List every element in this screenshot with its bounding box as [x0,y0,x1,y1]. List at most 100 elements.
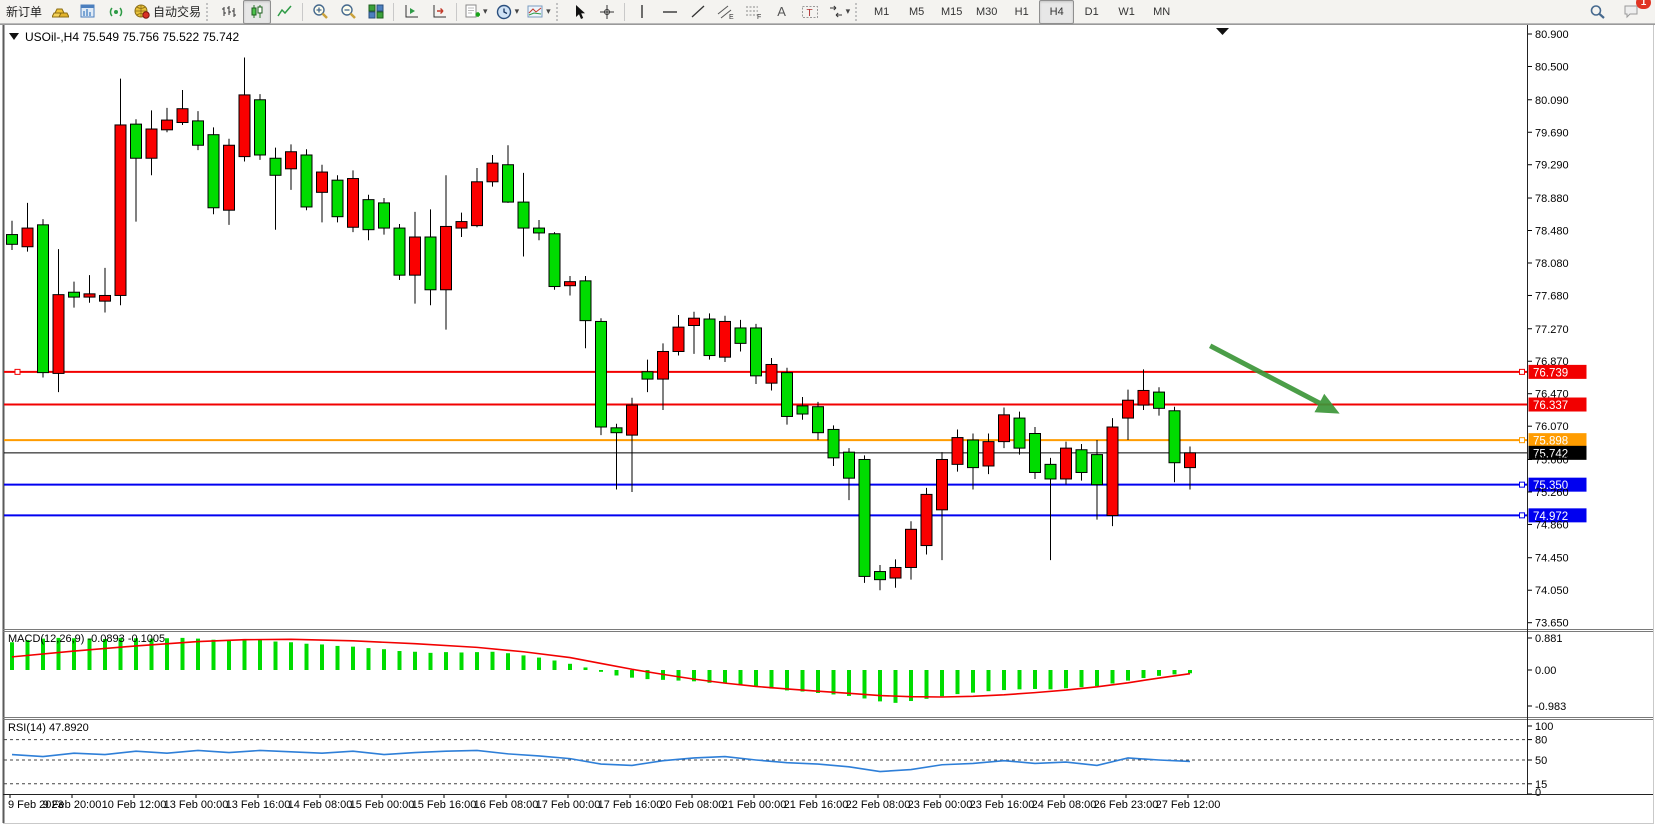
new-order-button[interactable]: 新订单 [2,0,46,24]
svg-text:F: F [757,14,761,20]
time-axis[interactable]: 9 Feb 20239 Feb 20:0010 Feb 12:0013 Feb … [8,794,1220,811]
timeframe-m5[interactable]: M5 [899,0,934,24]
shapes-button[interactable]: ▾ [824,0,855,24]
time-axis-label: 27 Feb 12:00 [1156,799,1221,811]
chart-shift-icon [403,4,420,20]
candle-body-up [146,129,157,158]
timeframe-m15[interactable]: M15 [934,0,969,24]
candle-body-down [751,328,762,376]
candle-body-up [286,152,297,169]
rsi-axis-label: 50 [1535,755,1547,767]
candle-body-up [658,351,669,379]
pane-separator-rsi[interactable] [3,718,1653,720]
candle-body-down [1154,392,1165,408]
indicators-button[interactable]: ▾ [523,0,555,24]
rsi-axis-label: 80 [1535,735,1547,747]
auto-scroll-button[interactable] [425,0,453,24]
notifications-button[interactable]: 1 [1617,0,1645,24]
trend-arrow-annotation[interactable] [1210,346,1332,410]
time-axis-label: 23 Feb 00:00 [908,799,973,811]
clock-icon [496,4,513,20]
candle-body-down [38,225,49,373]
tile-windows-button[interactable] [362,0,390,24]
search-button[interactable] [1583,0,1611,24]
cursor-button[interactable] [565,0,593,24]
price-tag-label: 76.739 [1533,367,1568,379]
hline-left-anchor[interactable] [15,369,20,374]
timeframe-w1[interactable]: W1 [1109,0,1144,24]
text-button[interactable]: A [768,0,796,24]
price-axis-label: 76.470 [1535,389,1569,401]
hline-anchor[interactable] [1520,513,1525,518]
time-axis-label: 21 Feb 00:00 [722,799,787,811]
candle-body-down [301,155,312,207]
periods-dropdown-arrow[interactable]: ▾ [515,6,520,17]
candle-body-up [84,294,95,297]
price-axis-label: 80.500 [1535,61,1569,73]
toolbar-grip[interactable] [556,3,562,21]
new-chart-dropdown-arrow[interactable]: ▾ [483,6,488,17]
candle-body-down [642,372,653,379]
price-axis-label: 80.090 [1535,95,1569,107]
gold-bars-icon[interactable] [46,0,74,24]
timeframe-h1[interactable]: H1 [1004,0,1039,24]
candle-body-down [379,203,390,228]
timeframe-mn[interactable]: MN [1144,0,1179,24]
autotrading-button[interactable]: 自动交易 [130,0,205,24]
pane-separator-macd[interactable] [3,630,1653,632]
candle-body-up [487,163,498,182]
chart-shift-marker[interactable] [1216,28,1229,35]
toolbar-grip[interactable] [206,3,212,21]
chart-canvas[interactable]: 76.73976.33775.89875.74275.35074.972 80.… [0,0,1655,826]
one-click-trading-arrow[interactable] [9,33,19,40]
bar-chart-button[interactable] [215,0,243,24]
timeframe-m30[interactable]: M30 [969,0,1004,24]
market-watch-icon[interactable] [74,0,102,24]
chart-shift-button[interactable] [397,0,425,24]
autotrading-label: 自动交易 [153,3,201,20]
fibonacci-button[interactable]: F [740,0,768,24]
hlines-layer[interactable]: 76.73976.33775.89875.74275.35074.972 [4,365,1587,523]
shapes-dropdown-arrow[interactable]: ▾ [846,6,851,17]
text-label-button[interactable]: T [796,0,824,24]
hline-anchor[interactable] [1520,482,1525,487]
candle-body-down [69,292,80,297]
timeframe-d1[interactable]: D1 [1074,0,1109,24]
channel-button[interactable]: E [712,0,740,24]
timeframe-h4[interactable]: H4 [1039,0,1074,24]
zoom-out-button[interactable] [334,0,362,24]
trendline-button[interactable] [684,0,712,24]
indicators-dropdown-arrow[interactable]: ▾ [546,6,551,17]
horizontal-line-button[interactable] [656,0,684,24]
timeframe-m1[interactable]: M1 [864,0,899,24]
candle-body-up [627,405,638,435]
candle-body-down [813,407,824,433]
candle-body-down [968,440,979,468]
time-axis-label: 17 Feb 16:00 [598,799,663,811]
line-chart-button[interactable] [271,0,299,24]
rsi-indicator-label: RSI(14) 47.8920 [8,722,89,734]
candlestick-chart-button[interactable] [243,0,271,24]
signal-icon[interactable] [102,0,130,24]
fibonacci-icon: F [745,4,763,20]
candle-body-up [115,125,126,296]
hline-anchor[interactable] [1520,438,1525,443]
new-chart-button[interactable]: ▾ [460,0,492,24]
toolbar-grip[interactable] [855,3,861,21]
price-axis[interactable]: 80.90080.50080.09079.69079.29078.88078.4… [1527,29,1569,630]
toolbar-separator [624,3,625,21]
hline-anchor[interactable] [1520,369,1525,374]
annotations-layer[interactable] [1210,346,1332,410]
candle-body-up [921,494,932,545]
notification-badge: 1 [1636,0,1651,9]
periods-button[interactable]: ▾ [492,0,524,24]
candle-body-down [782,373,793,417]
crosshair-button[interactable] [593,0,621,24]
candle-body-down [1045,464,1056,479]
time-axis-label: 20 Feb 08:00 [660,799,725,811]
toolbar-separator [393,3,394,21]
zoom-in-button[interactable] [306,0,334,24]
candle-body-down [1014,418,1025,448]
vertical-line-button[interactable] [628,0,656,24]
candle-body-up [906,529,917,567]
